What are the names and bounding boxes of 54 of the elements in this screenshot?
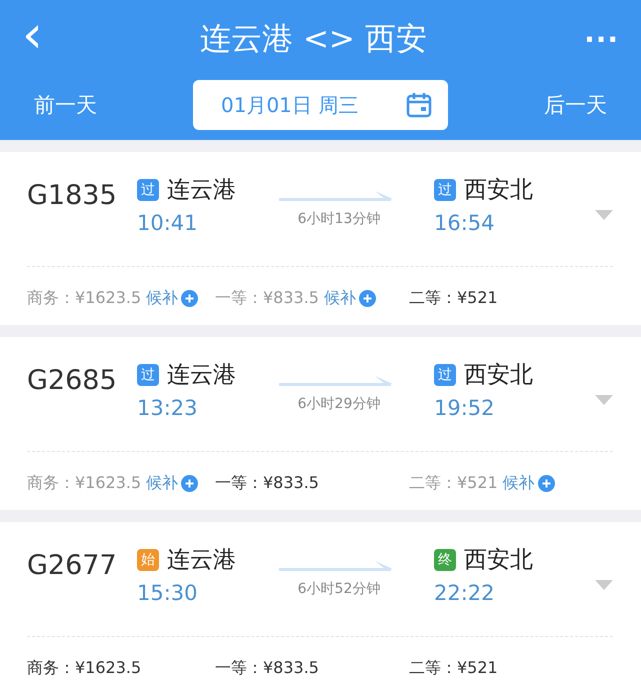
fare-text: 商务：¥1623.5 xyxy=(27,658,142,678)
train-card[interactable]: G2685 过 连云港 13:23 6小时29分钟 过 西安北 19:52 商务：¥1623.5 候补 一等：¥833.5 二等：¥521 候补 xyxy=(0,337,641,510)
duration-text: 6小时13分钟 xyxy=(298,210,380,228)
more-button[interactable]: ··· xyxy=(584,22,619,56)
fare-text: 商务：¥1623.5 xyxy=(27,472,142,494)
time-text: 19:52 xyxy=(434,396,495,420)
waitlist-link[interactable]: 候补 xyxy=(324,288,356,308)
train-number: G2685 xyxy=(27,365,118,396)
fare-text: 一等：¥833.5 xyxy=(215,288,319,308)
station-name: 连云港 xyxy=(167,361,236,390)
route-title: 连云港 <> 西安 xyxy=(200,20,427,59)
dropdown-caret-icon[interactable] xyxy=(595,395,613,405)
plus-icon[interactable] xyxy=(181,474,198,492)
station-name: 西安北 xyxy=(464,176,533,205)
fare-text: 一等：¥833.5 xyxy=(215,658,319,678)
time-text: 13:23 xyxy=(137,396,198,420)
train-card[interactable]: G1835 过 连云港 10:41 6小时13分钟 过 西安北 16:54 商务：¥1623.5 候补 一等：¥833.5 候补 二等：¥521 xyxy=(0,152,641,325)
time-text: 22:22 xyxy=(434,581,495,605)
dropdown-caret-icon[interactable] xyxy=(595,210,613,220)
train-number: G2677 xyxy=(27,550,118,581)
previous-day-button[interactable]: 前一天 xyxy=(34,91,97,119)
plus-icon[interactable] xyxy=(181,290,198,306)
fare-text: 一等：¥833.5 xyxy=(215,472,319,494)
fare-text: 二等：¥521 xyxy=(409,658,498,678)
next-day-button[interactable]: 后一天 xyxy=(544,91,607,119)
time-text: 10:41 xyxy=(137,211,198,235)
station-type-badge: 终 xyxy=(434,548,456,570)
date-picker[interactable]: 01月01日 周三 xyxy=(193,80,448,130)
fare-text: 二等：¥521 xyxy=(409,288,498,308)
station-name: 连云港 xyxy=(167,546,236,575)
waitlist-link[interactable]: 候补 xyxy=(146,288,178,308)
station-name: 连云港 xyxy=(167,176,236,205)
station-type-badge: 过 xyxy=(434,364,456,386)
back-button[interactable]: ‹ xyxy=(22,9,43,61)
time-text: 15:30 xyxy=(137,581,198,605)
station-type-badge: 过 xyxy=(434,178,456,200)
station-name: 西安北 xyxy=(464,361,533,390)
duration-text: 6小时29分钟 xyxy=(298,395,380,413)
station-type-badge: 始 xyxy=(137,548,159,570)
plus-icon[interactable] xyxy=(358,290,376,306)
train-number: G1835 xyxy=(27,180,118,211)
duration-text: 6小时52分钟 xyxy=(298,580,380,598)
fare-text: 商务：¥1623.5 xyxy=(27,288,142,308)
dropdown-caret-icon[interactable] xyxy=(595,580,613,590)
station-type-badge: 过 xyxy=(137,364,159,386)
fare-text: 二等：¥521 xyxy=(409,472,498,494)
station-name: 西安北 xyxy=(464,546,533,575)
waitlist-link[interactable]: 候补 xyxy=(502,472,535,494)
plus-icon[interactable] xyxy=(538,474,555,492)
calendar-icon xyxy=(406,92,432,118)
train-card[interactable]: G2677 始 连云港 15:30 6小时52分钟 终 西安北 22:22 商务：¥1623.5 一等：¥833.5 二等：¥521 xyxy=(0,522,641,691)
waitlist-link[interactable]: 候补 xyxy=(146,472,178,494)
time-text: 16:54 xyxy=(434,211,495,235)
station-type-badge: 过 xyxy=(137,178,159,200)
